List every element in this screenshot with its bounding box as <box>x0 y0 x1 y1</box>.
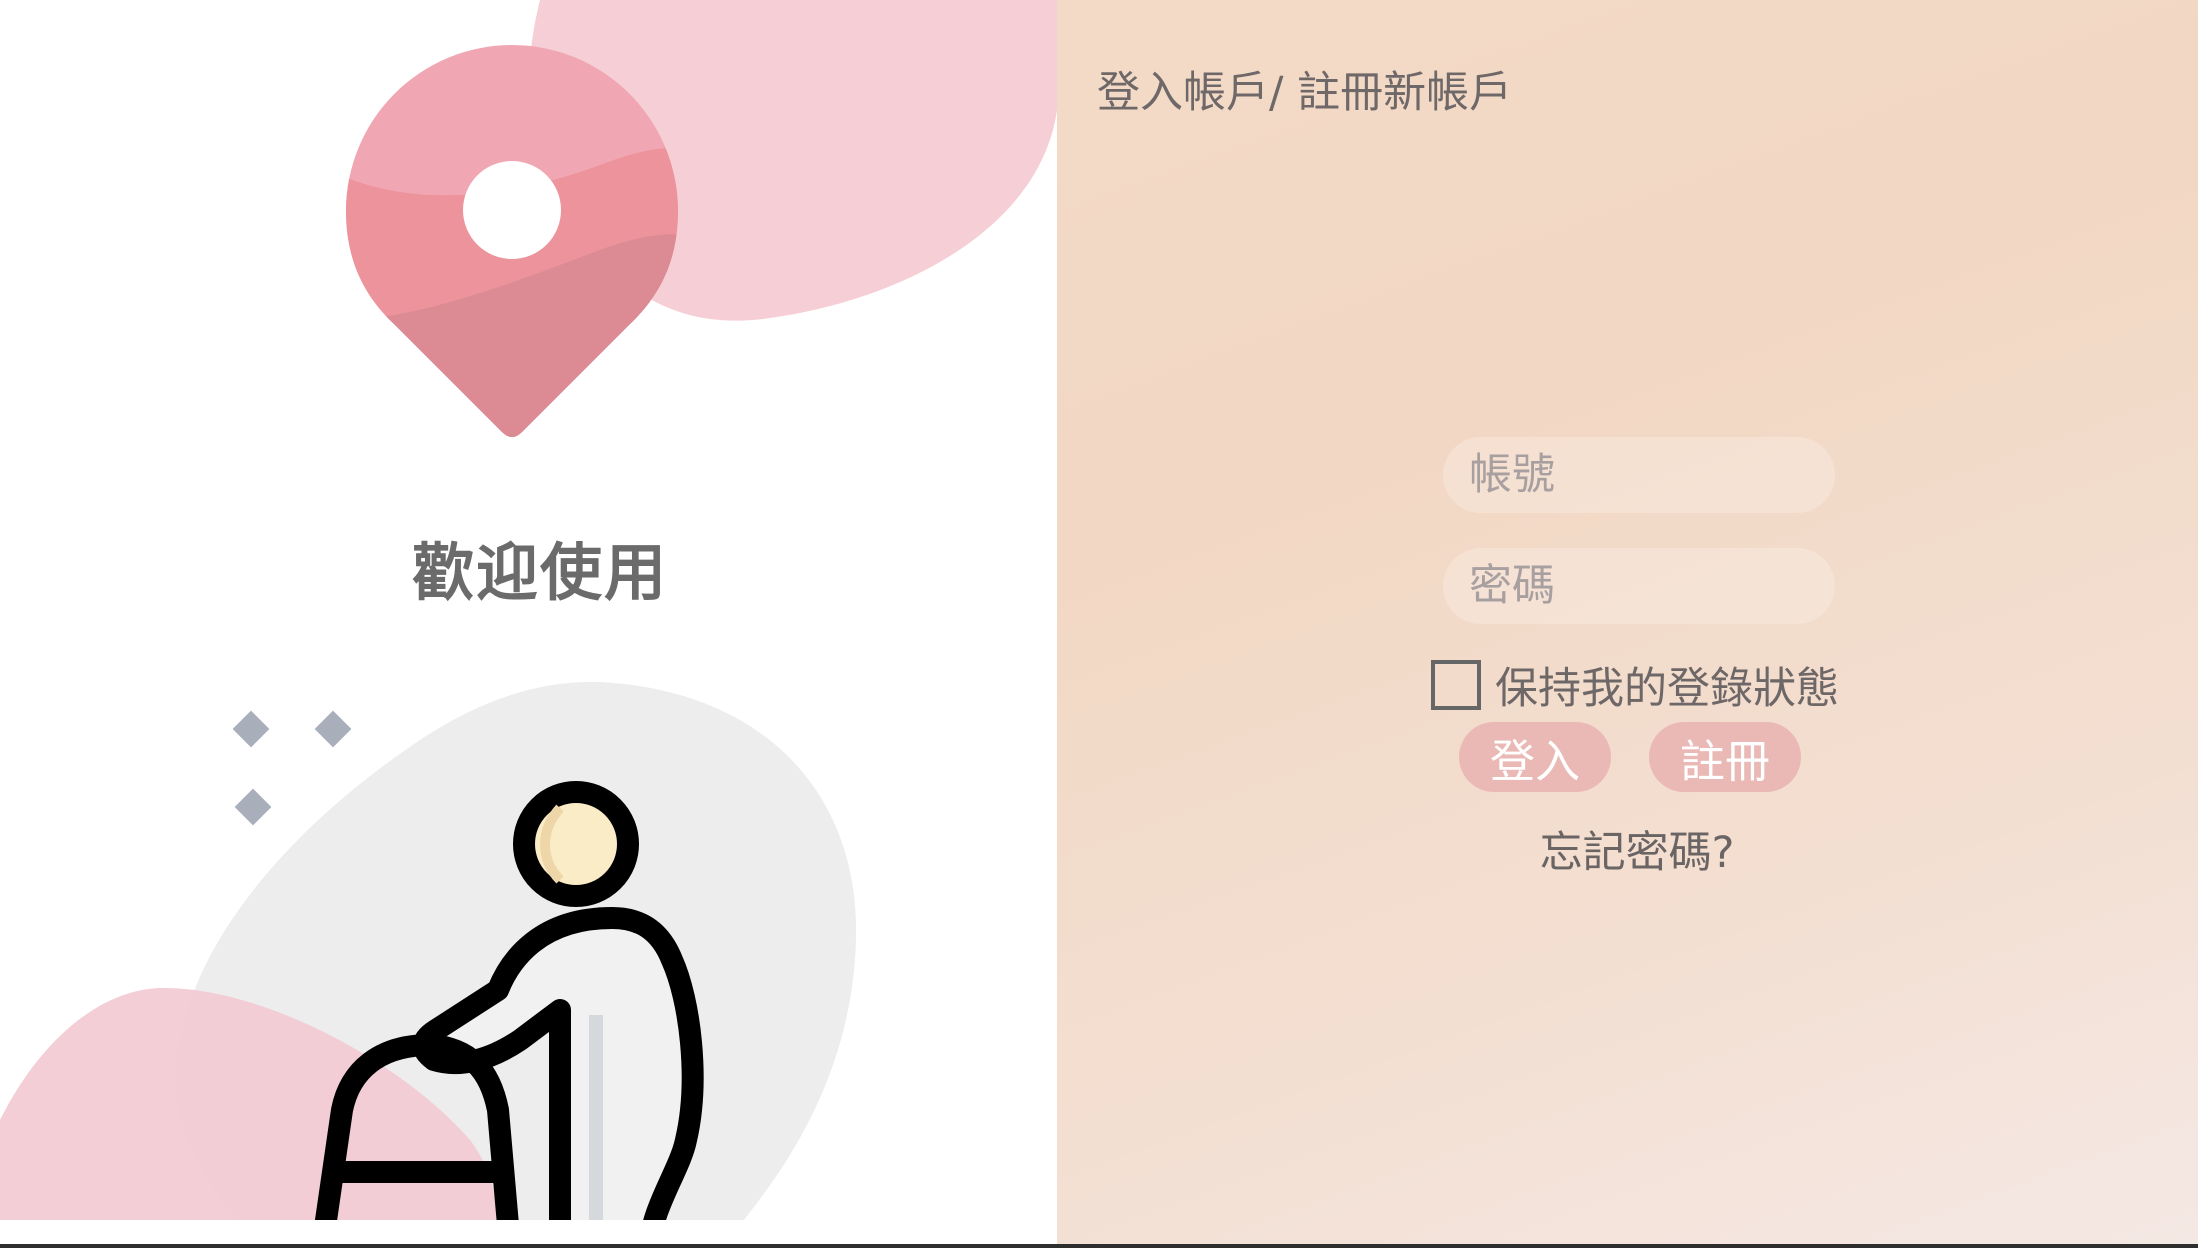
password-input[interactable] <box>1443 548 1835 624</box>
account-input[interactable] <box>1443 437 1835 513</box>
remember-me-checkbox[interactable] <box>1431 660 1481 710</box>
remember-me-row: 保持我的登錄狀態 <box>1431 657 1839 714</box>
bottom-edge-bar <box>0 1244 2198 1248</box>
forgot-password-link[interactable]: 忘記密碼? <box>1537 818 1737 880</box>
bottom-illustration <box>0 681 857 1220</box>
login-button[interactable]: 登入 <box>1459 722 1611 792</box>
welcome-title: 歡迎使用 <box>411 536 668 609</box>
top-illustration <box>346 0 1057 437</box>
left-panel: 歡迎使用 <box>0 0 1057 1248</box>
login-panel: 登入帳戶/ 註冊新帳戶 保持我的登錄狀態 登入 註冊 忘記密碼? <box>1057 0 2198 1248</box>
remember-me-label: 保持我的登錄狀態 <box>1495 664 1839 714</box>
page-title: 登入帳戶/ 註冊新帳戶 <box>1097 68 1513 118</box>
register-button[interactable]: 註冊 <box>1649 722 1801 792</box>
